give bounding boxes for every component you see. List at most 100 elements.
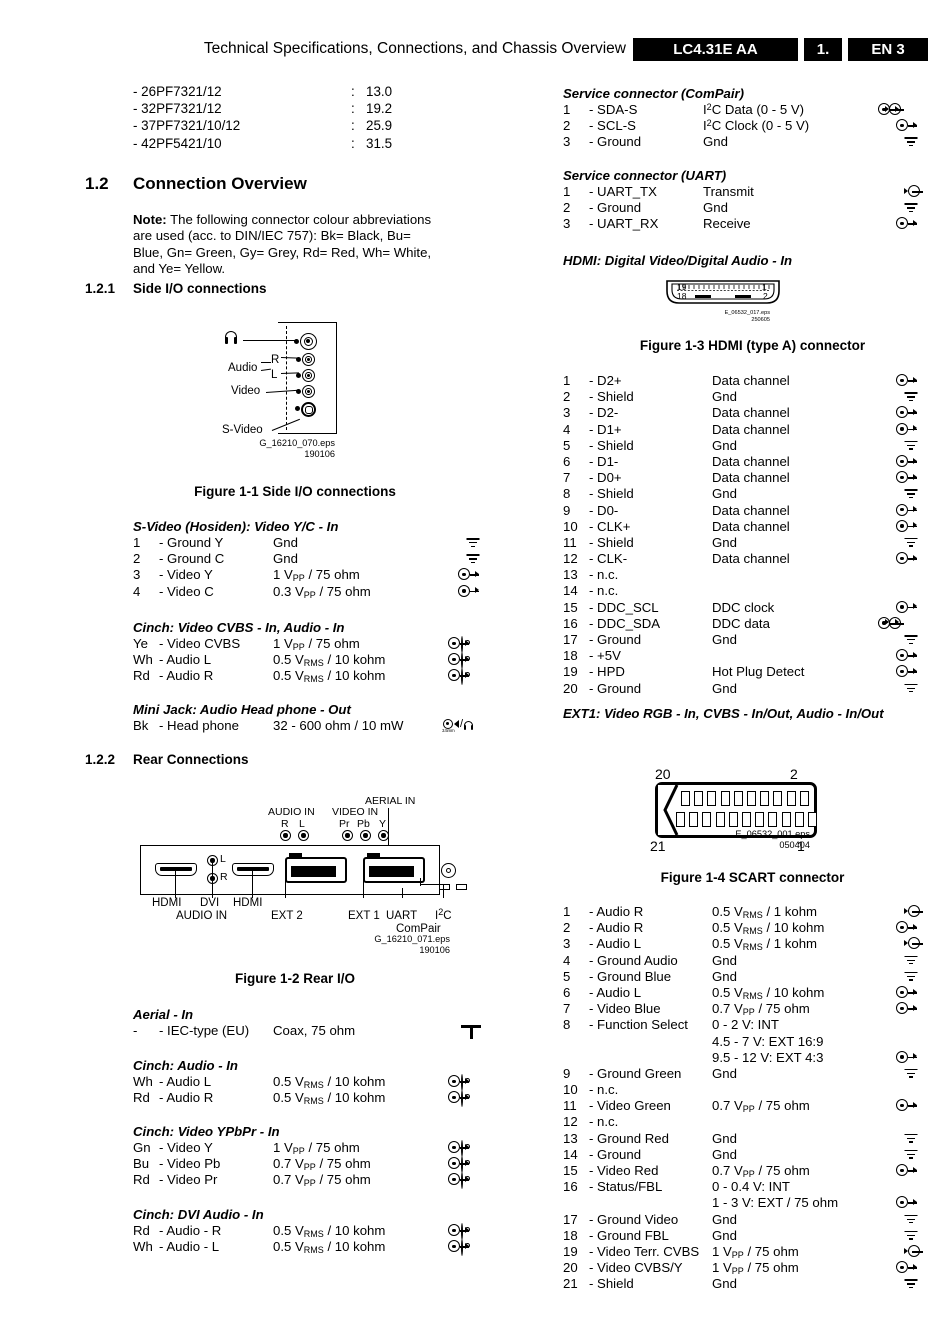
table-row: 17 - Ground Video Gnd — [563, 1212, 950, 1228]
pin-number: 4 — [563, 952, 571, 968]
pin-name: - SCL-S — [589, 118, 636, 134]
pin-name: - Video Y — [159, 1140, 213, 1155]
pin-name: - Video Red — [589, 1163, 659, 1178]
group-title: Cinch: Audio - In — [133, 1058, 238, 1073]
pin-value: Gnd — [712, 486, 737, 502]
pin-name: - Video Pr — [159, 1172, 218, 1188]
page-title: Technical Specifications, Connections, a… — [203, 40, 626, 57]
side-label-r: R — [271, 354, 280, 366]
leader-line — [212, 862, 214, 898]
group-title: S-Video (Hosiden): Video Y/C - In — [133, 519, 339, 534]
group-title: Service connector (ComPair) — [563, 86, 745, 101]
pin-value: Gnd — [712, 952, 737, 968]
pin-value: Gnd — [712, 534, 737, 550]
eps-filename: E_06532_001.eps — [735, 829, 810, 839]
table-row: 1 - UART_TX Transmit — [563, 184, 950, 200]
pin-number: Bk — [133, 718, 149, 733]
pin-name: - UART_TX — [589, 184, 657, 199]
leader-line — [420, 878, 422, 886]
pin-value: DDC clock — [712, 599, 775, 615]
pin-name: - HPD — [589, 664, 625, 680]
table-row: 3 - Audio L 0.5 VRMS / 1 kohm — [563, 936, 950, 952]
eps-filename: G_16210_071.eps — [374, 934, 450, 944]
table-row: 1 - 3 V: EXT / 75 ohm — [563, 1195, 950, 1211]
table-row: 10 - CLK+ Data channel — [563, 519, 950, 535]
pin-name: - Audio L — [589, 984, 642, 1000]
leader-line — [363, 870, 365, 898]
table-row: Bu - Video Pb 0.7 VPP / 75 ohm — [133, 1156, 503, 1174]
pin-number: 17 — [563, 632, 578, 647]
eps-date: 190106 — [304, 448, 335, 459]
pin-name: - n.c. — [589, 1114, 619, 1130]
lead-dot — [296, 373, 301, 378]
pin-number: 1 — [563, 102, 571, 117]
side-label-s-video: S-Video — [222, 424, 263, 436]
figure-1-2-caption: Figure 1-2 Rear I/O — [234, 971, 356, 986]
table-row: 20 - Ground Gnd — [563, 681, 950, 697]
table-row: 1 - D2+ Data channel — [563, 373, 950, 389]
pin-value: 0 - 2 V: INT — [712, 1017, 779, 1033]
pin-number: 16 — [563, 615, 578, 631]
eps-date: 050404 — [779, 839, 810, 850]
pin-name: - Video CVBS — [159, 636, 241, 651]
spec-group-aerial: Aerial - In - - IEC-type (EU) Coax, 75 o… — [133, 1007, 503, 1039]
pin-value-extra: 4.5 - 7 V: EXT 16:9 — [712, 1033, 824, 1049]
table-row: 3 - UART_RX Receive — [563, 216, 950, 232]
pin-number: 11 — [563, 1098, 577, 1114]
pin-value: 1 VPP / 75 ohm — [273, 567, 360, 584]
pin-value: Gnd — [712, 632, 737, 647]
table-row: 8 - Function Select 0 - 2 V: INT — [563, 1017, 950, 1033]
pin-value: 0.3 VPP / 75 ohm — [273, 583, 371, 600]
pin-name: - Status/FBL — [589, 1179, 663, 1195]
model-name: - 26PF7321/12 — [133, 84, 222, 99]
scart-pin-row-bottom — [676, 812, 817, 827]
group-title: Cinch: DVI Audio - In — [133, 1207, 264, 1222]
group-title: HDMI: Digital Video/Digital Audio - In — [563, 253, 793, 268]
hdmi-pin-18-label: 18 — [677, 291, 687, 301]
table-row: Rd - Video Pr 0.7 VPP / 75 ohm — [133, 1172, 503, 1190]
note-text: The following connector colour abbreviat… — [133, 212, 432, 277]
pin-value: I2C Data (0 - 5 V) — [703, 102, 805, 117]
connector-i2c-header — [456, 884, 467, 890]
pin-value: Hot Plug Detect — [712, 664, 805, 680]
table-row: 10 - n.c. — [563, 1082, 950, 1098]
pin-value: Data channel — [712, 421, 790, 437]
chassis-badge: LC4.31E AA — [633, 38, 798, 61]
pin-name: - CLK- — [589, 551, 628, 567]
table-row: Wh - Audio - L 0.5 VRMS / 10 kohm — [133, 1239, 503, 1257]
table-row: 12 - n.c. — [563, 1114, 950, 1130]
pin-number: Bu — [133, 1156, 150, 1172]
eps-date: 250605 — [751, 316, 770, 323]
pin-name: - Ground Red — [589, 1130, 669, 1146]
pin-value: Gnd — [712, 389, 737, 405]
pin-number: Wh — [133, 1074, 153, 1089]
pin-number: 15 — [563, 1163, 578, 1178]
connector-video — [302, 385, 315, 398]
pin-name: - Ground Video — [589, 1211, 679, 1227]
pin-number: 4 — [133, 583, 141, 599]
model-name: - 42PF5421/10 — [133, 135, 222, 151]
pin-name: - Ground — [589, 200, 642, 216]
table-row: 19 - HPD Hot Plug Detect — [563, 664, 950, 680]
pin-value: Data channel — [712, 373, 790, 388]
eps-date: 190106 — [419, 944, 450, 955]
rear-label-i2c: I2C — [435, 907, 452, 922]
rear-label-ext1: EXT 1 — [348, 910, 380, 922]
pin-name: - Video C — [159, 583, 214, 599]
table-row: 19 - Video Terr. CVBS 1 VPP / 75 ohm — [563, 1244, 950, 1260]
pin-number: 7 — [563, 470, 571, 486]
pin-value: DDC data — [712, 615, 770, 631]
pin-name: - Shield — [589, 534, 634, 550]
pin-name: - Head phone — [159, 718, 239, 733]
pin-number: 6 — [563, 453, 571, 469]
spec-group-ext1-title: EXT1: Video RGB - In, CVBS - In/Out, Aud… — [563, 706, 950, 722]
rear-label-audio-in: AUDIO IN — [268, 806, 315, 818]
table-row: 2 - SCL-S I2C Clock (0 - 5 V) — [563, 118, 950, 134]
pin-value: 0.7 VPP / 75 ohm — [273, 1156, 371, 1173]
input-cinch-icon — [448, 1239, 469, 1257]
pin-number: - — [133, 1023, 138, 1038]
side-io-eps-ref: G_16210_070.eps 190106 — [180, 438, 335, 459]
pin-value: Transmit — [703, 184, 754, 199]
table-row: 4 - Video C 0.3 VPP / 75 ohm — [133, 584, 503, 600]
pin-value: Gnd — [712, 680, 737, 696]
